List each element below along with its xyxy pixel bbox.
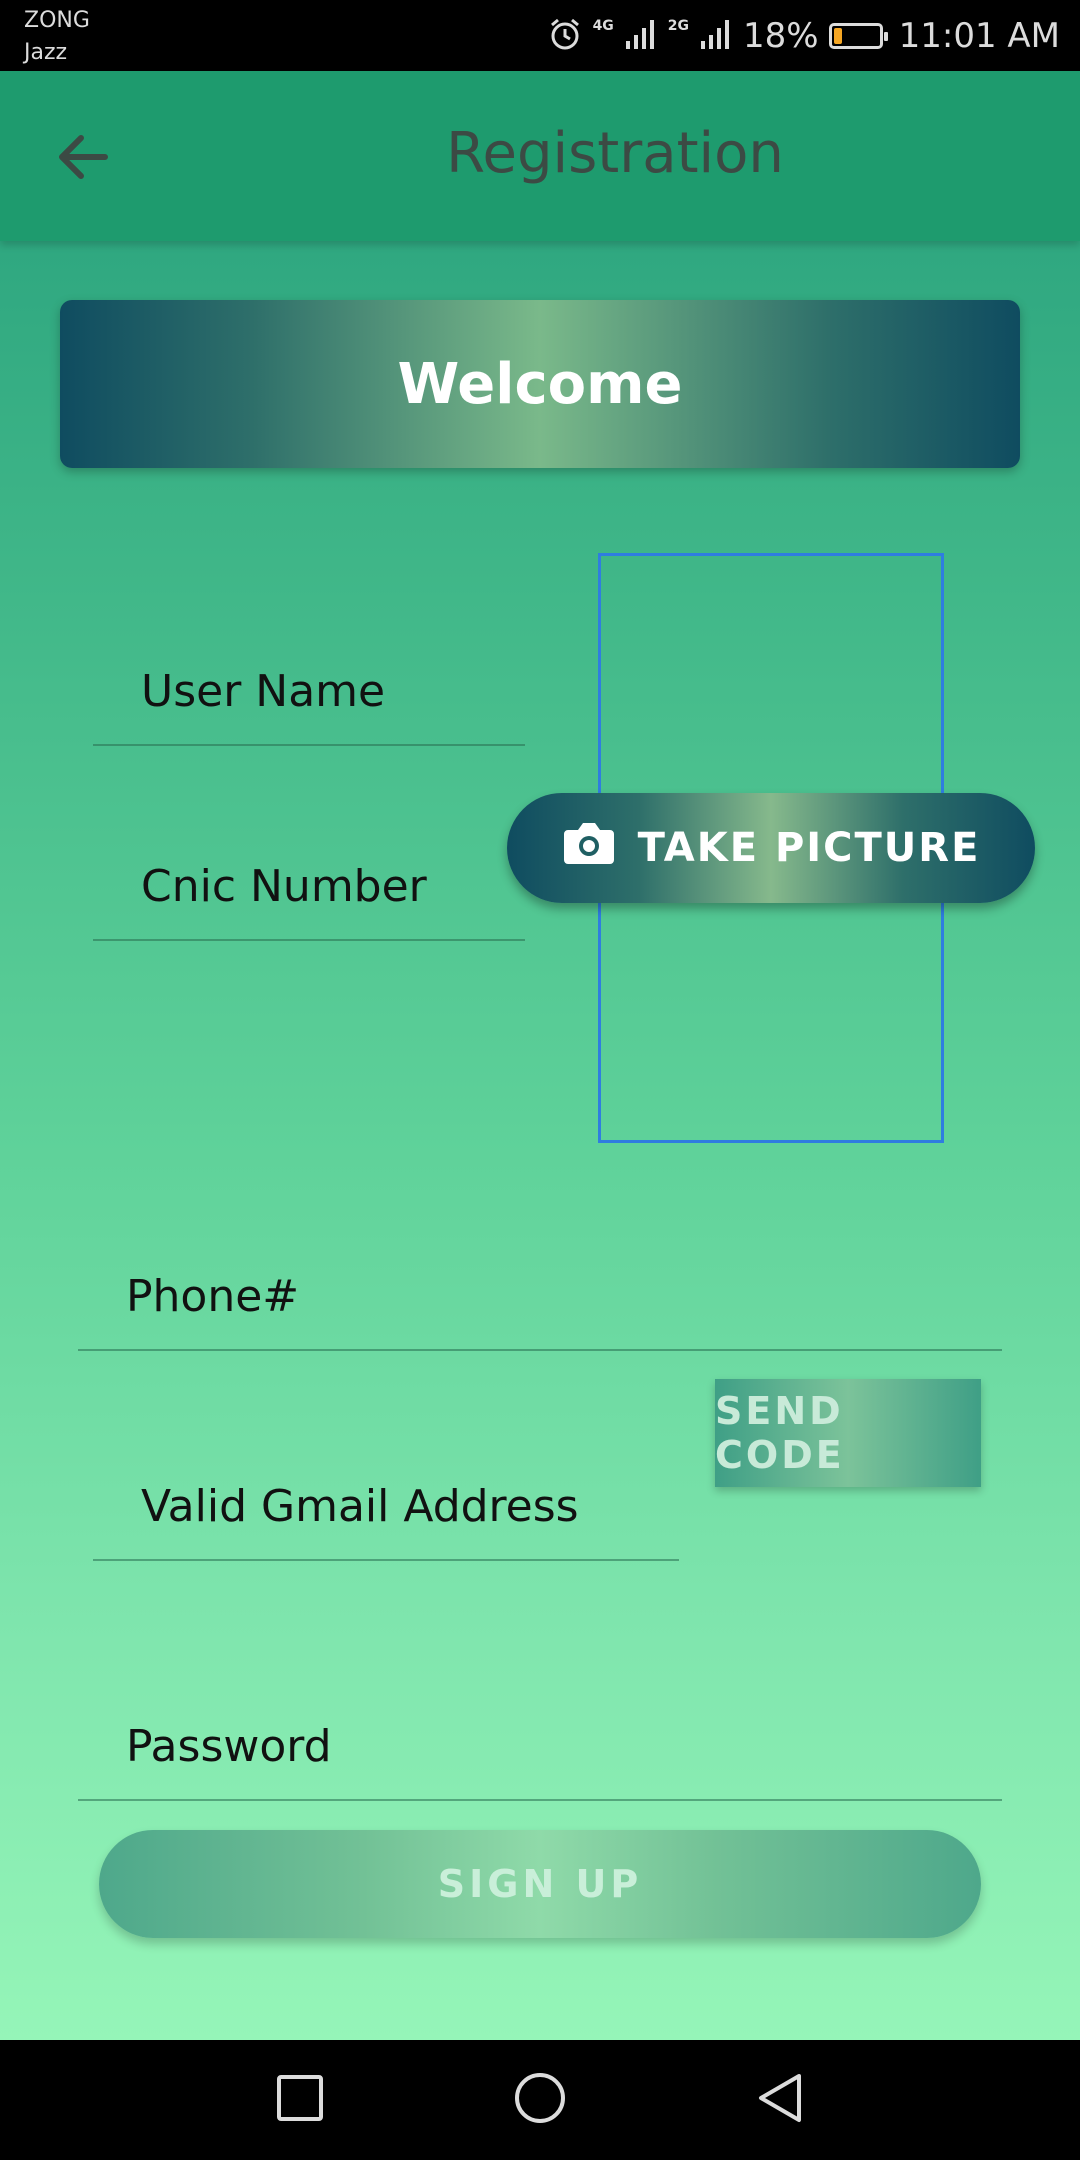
take-picture-button[interactable]: TAKE PICTURE bbox=[507, 793, 1035, 903]
clock: 11:01 AM bbox=[898, 16, 1060, 56]
system-nav-bar bbox=[0, 2040, 1080, 2160]
cnic-number-field[interactable]: Cnic Number bbox=[93, 841, 525, 941]
sign-up-label: SIGN UP bbox=[437, 1862, 643, 1906]
phone-placeholder: Phone# bbox=[126, 1271, 300, 1322]
send-code-button[interactable]: SEND CODE bbox=[715, 1379, 981, 1487]
app-bar: Registration bbox=[0, 71, 1080, 241]
gmail-placeholder: Valid Gmail Address bbox=[141, 1481, 579, 1532]
network-type-2: 2G bbox=[667, 18, 690, 34]
page-title: Registration bbox=[446, 121, 784, 186]
home-button[interactable] bbox=[510, 2070, 570, 2130]
signal-icon bbox=[699, 17, 733, 55]
welcome-banner: Welcome bbox=[60, 300, 1020, 468]
send-code-label: SEND CODE bbox=[715, 1389, 845, 1477]
battery-percent: 18% bbox=[743, 16, 819, 56]
user-name-field[interactable]: User Name bbox=[93, 646, 525, 746]
battery-level bbox=[833, 28, 842, 44]
password-placeholder: Password bbox=[126, 1721, 332, 1772]
back-triangle-icon bbox=[755, 2072, 805, 2128]
signal-icon bbox=[624, 17, 658, 55]
gmail-field[interactable]: Valid Gmail Address bbox=[93, 1461, 679, 1561]
phone-field[interactable]: Phone# bbox=[78, 1251, 1002, 1351]
battery-icon bbox=[828, 23, 888, 49]
carrier-secondary: Jazz bbox=[24, 40, 68, 65]
status-bar: ZONG Jazz 4G 2G 18% 11:01 AM bbox=[0, 0, 1080, 71]
back-nav-button[interactable] bbox=[750, 2070, 810, 2130]
alarm-icon bbox=[547, 16, 583, 56]
take-picture-label: TAKE PICTURE bbox=[637, 825, 981, 871]
user-name-placeholder: User Name bbox=[141, 666, 386, 717]
network-type-1: 4G bbox=[592, 18, 614, 34]
home-circle-icon bbox=[514, 2072, 566, 2128]
carrier-primary: ZONG bbox=[24, 8, 90, 33]
app-screen: Registration Welcome User Name Cnic Numb… bbox=[0, 71, 1080, 2040]
password-field[interactable]: Password bbox=[78, 1701, 1002, 1801]
camera-icon bbox=[562, 820, 616, 876]
cnic-number-placeholder: Cnic Number bbox=[141, 861, 427, 912]
sign-up-button[interactable]: SIGN UP bbox=[99, 1830, 981, 1938]
recents-button[interactable] bbox=[270, 2070, 330, 2130]
status-icons: 4G 2G 18% 11:01 AM bbox=[547, 14, 1060, 58]
recents-square-icon bbox=[276, 2074, 324, 2126]
welcome-text: Welcome bbox=[397, 351, 683, 417]
